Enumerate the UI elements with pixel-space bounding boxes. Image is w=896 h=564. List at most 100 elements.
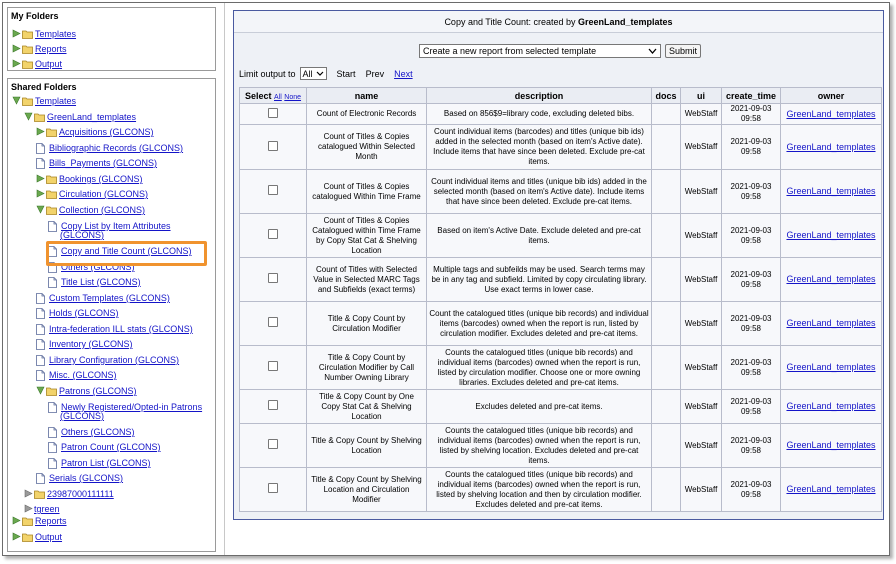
- shared-folder-item[interactable]: Title List (GLCONS): [48, 275, 141, 289]
- owner-link[interactable]: GreenLand_templates: [786, 484, 875, 494]
- row-checkbox[interactable]: [268, 140, 278, 151]
- col-ui[interactable]: ui: [680, 87, 722, 104]
- tree-item-label[interactable]: Library Configuration (GLCONS): [49, 355, 179, 365]
- table-row[interactable]: Title & Copy Count by Circulation Modifi…: [239, 301, 882, 346]
- row-checkbox[interactable]: [268, 317, 278, 327]
- tree-item-label[interactable]: Circulation (GLCONS): [59, 189, 148, 199]
- shared-folder-item[interactable]: 23987000111111: [24, 487, 114, 501]
- shared-folder-item[interactable]: (GLCONS): [60, 409, 104, 423]
- shared-folder-item[interactable]: (GLCONS): [60, 228, 104, 242]
- shared-folder-item[interactable]: Others (GLCONS): [48, 425, 135, 439]
- my-folder-item[interactable]: Templates: [12, 27, 76, 41]
- table-row[interactable]: Title & Copy Count by Shelving Location …: [239, 467, 882, 512]
- tree-item-label[interactable]: Intra-federation ILL stats (GLCONS): [49, 324, 193, 334]
- shared-folder-item[interactable]: Templates: [12, 94, 76, 108]
- template-action-select[interactable]: Create a new report from selected templa…: [419, 44, 661, 58]
- expand-arrow-icon[interactable]: [12, 532, 22, 542]
- tree-item-label[interactable]: 23987000111111: [47, 489, 114, 499]
- col-name[interactable]: name: [306, 87, 427, 104]
- shared-folder-item[interactable]: Bookings (GLCONS): [36, 172, 143, 186]
- table-row[interactable]: Title & Copy Count by Circulation Modifi…: [239, 345, 882, 390]
- tree-item-label[interactable]: Templates: [35, 96, 76, 106]
- owner-link[interactable]: GreenLand_templates: [786, 109, 875, 119]
- owner-link[interactable]: GreenLand_templates: [786, 362, 875, 372]
- shared-folder-item[interactable]: Custom Templates (GLCONS): [36, 291, 170, 305]
- tree-item-label[interactable]: Title List (GLCONS): [61, 277, 141, 287]
- shared-folder-item[interactable]: Circulation (GLCONS): [36, 187, 148, 201]
- owner-link[interactable]: GreenLand_templates: [786, 401, 875, 411]
- tree-item-label[interactable]: (GLCONS): [60, 230, 104, 240]
- expand-arrow-icon[interactable]: [12, 29, 22, 39]
- owner-link[interactable]: GreenLand_templates: [786, 318, 875, 328]
- shared-folder-item[interactable]: Reports: [12, 514, 67, 528]
- shared-folder-item[interactable]: Output: [12, 530, 62, 544]
- tree-item-label[interactable]: Output: [35, 59, 62, 69]
- shared-folder-item[interactable]: Patron Count (GLCONS): [48, 440, 161, 454]
- tree-item-label[interactable]: Reports: [35, 44, 67, 54]
- col-description[interactable]: description: [426, 87, 652, 104]
- row-checkbox[interactable]: [268, 185, 278, 195]
- row-checkbox[interactable]: [268, 439, 278, 449]
- shared-folder-item[interactable]: Patrons (GLCONS): [36, 384, 137, 398]
- tree-item-label[interactable]: Bills_Payments (GLCONS): [49, 158, 157, 168]
- expand-arrow-icon[interactable]: [36, 127, 46, 137]
- table-row[interactable]: Count of Titles & Copies Catalogued with…: [239, 213, 882, 258]
- row-checkbox[interactable]: [268, 107, 278, 118]
- table-row[interactable]: Count of Electronic Records Based on 856$…: [239, 103, 882, 125]
- expand-arrow-icon[interactable]: [24, 504, 34, 514]
- expand-arrow-icon[interactable]: [12, 44, 22, 54]
- collapse-arrow-icon[interactable]: [24, 112, 34, 122]
- row-checkbox[interactable]: [268, 273, 278, 283]
- col-create-time[interactable]: create_time: [721, 87, 781, 104]
- shared-folder-item[interactable]: Collection (GLCONS): [36, 203, 145, 217]
- expand-arrow-icon[interactable]: [12, 59, 22, 69]
- shared-folder-item[interactable]: Acquisitions (GLCONS): [36, 125, 154, 139]
- shared-folder-item[interactable]: Holds (GLCONS): [36, 306, 119, 320]
- tree-item-label[interactable]: Holds (GLCONS): [49, 308, 119, 318]
- collapse-arrow-icon[interactable]: [12, 96, 22, 106]
- collapse-arrow-icon[interactable]: [36, 386, 46, 396]
- tree-item-label[interactable]: Collection (GLCONS): [59, 205, 145, 215]
- row-checkbox[interactable]: [268, 400, 278, 410]
- tree-item-label[interactable]: Output: [35, 532, 62, 542]
- col-owner[interactable]: owner: [780, 87, 882, 104]
- tree-item-label[interactable]: GreenLand_templates: [47, 112, 136, 122]
- table-row[interactable]: Title & Copy Count by Shelving Location C…: [239, 423, 882, 468]
- tree-item-label[interactable]: tgreen: [34, 504, 60, 514]
- tree-item-label[interactable]: Custom Templates (GLCONS): [49, 293, 170, 303]
- select-all-link[interactable]: All: [274, 94, 282, 101]
- expand-arrow-icon[interactable]: [24, 489, 34, 499]
- limit-select[interactable]: All: [299, 67, 327, 80]
- tree-item-label[interactable]: Inventory (GLCONS): [49, 339, 133, 349]
- tree-item-label[interactable]: (GLCONS): [60, 411, 104, 421]
- select-none-link[interactable]: None: [284, 94, 301, 101]
- expand-arrow-icon[interactable]: [12, 516, 22, 526]
- shared-folder-item[interactable]: GreenLand_templates: [24, 110, 136, 124]
- shared-folder-item[interactable]: Library Configuration (GLCONS): [36, 353, 179, 367]
- owner-link[interactable]: GreenLand_templates: [786, 230, 875, 240]
- tree-item-label[interactable]: Patron List (GLCONS): [61, 458, 151, 468]
- shared-folder-item[interactable]: Inventory (GLCONS): [36, 337, 133, 351]
- shared-folder-item[interactable]: Bills_Payments (GLCONS): [36, 156, 157, 170]
- tree-item-label[interactable]: Templates: [35, 29, 76, 39]
- owner-link[interactable]: GreenLand_templates: [786, 142, 875, 152]
- expand-arrow-icon[interactable]: [36, 174, 46, 184]
- shared-folder-item[interactable]: Intra-federation ILL stats (GLCONS): [36, 322, 193, 336]
- tree-item-label[interactable]: Reports: [35, 516, 67, 526]
- owner-link[interactable]: GreenLand_templates: [786, 186, 875, 196]
- tree-item-label[interactable]: Acquisitions (GLCONS): [59, 127, 154, 137]
- shared-folder-item[interactable]: Bibliographic Records (GLCONS): [36, 141, 183, 155]
- col-docs[interactable]: docs: [651, 87, 681, 104]
- tree-item-label[interactable]: Bookings (GLCONS): [59, 174, 143, 184]
- shared-folder-item[interactable]: Patron List (GLCONS): [48, 456, 151, 470]
- table-row[interactable]: Count of Titles & Copies catalogued With…: [239, 124, 882, 170]
- collapse-arrow-icon[interactable]: [36, 205, 46, 215]
- row-checkbox[interactable]: [268, 483, 278, 493]
- row-checkbox[interactable]: [268, 229, 278, 239]
- tree-item-label[interactable]: Misc. (GLCONS): [49, 370, 117, 380]
- shared-folder-item[interactable]: Misc. (GLCONS): [36, 368, 117, 382]
- tree-item-label[interactable]: Bibliographic Records (GLCONS): [49, 143, 183, 153]
- table-row[interactable]: Title & Copy Count by One Copy Stat Cat …: [239, 389, 882, 424]
- tree-item-label[interactable]: Serials (GLCONS): [49, 473, 123, 483]
- owner-link[interactable]: GreenLand_templates: [786, 274, 875, 284]
